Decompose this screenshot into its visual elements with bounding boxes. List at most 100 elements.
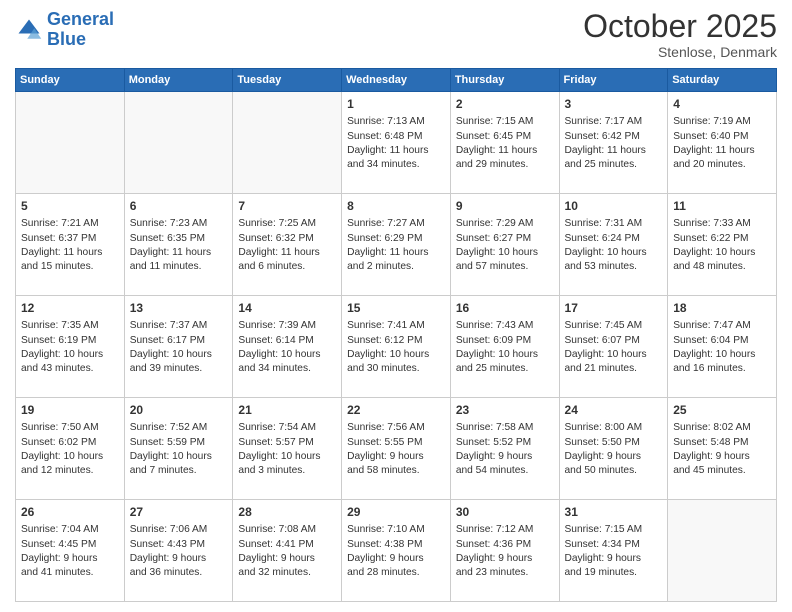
day-number: 18 <box>673 300 771 317</box>
calendar-week-5: 26Sunrise: 7:04 AM Sunset: 4:45 PM Dayli… <box>16 500 777 602</box>
day-info: Sunrise: 7:15 AM Sunset: 6:45 PM Dayligh… <box>456 115 554 172</box>
day-number: 20 <box>130 402 228 419</box>
day-number: 24 <box>565 402 663 419</box>
day-header-wednesday: Wednesday <box>342 69 451 92</box>
calendar-cell: 2 Sunrise: 7:15 AM Sunset: 6:45 PM Daylig… <box>450 92 559 194</box>
day-number: 16 <box>456 300 554 317</box>
day-header-sunday: Sunday <box>16 69 125 92</box>
calendar-cell: 31 Sunrise: 7:15 AM Sunset: 4:34 PM Dayli… <box>559 500 668 602</box>
day-info: Sunrise: 7:39 AM Sunset: 6:14 PM Dayligh… <box>238 319 336 376</box>
calendar-cell: 7 Sunrise: 7:25 AM Sunset: 6:32 PM Daylig… <box>233 194 342 296</box>
calendar-cell: 13 Sunrise: 7:37 AM Sunset: 6:17 PM Dayli… <box>124 296 233 398</box>
day-info: Sunrise: 8:02 AM Sunset: 5:48 PM Dayligh… <box>673 421 771 478</box>
calendar-cell: 30 Sunrise: 7:12 AM Sunset: 4:36 PM Dayli… <box>450 500 559 602</box>
calendar-cell: 3Sunrise: 7:17 AM Sunset: 6:42 PM Daylig… <box>559 92 668 194</box>
day-info: Sunrise: 7:31 AM Sunset: 6:24 PM Dayligh… <box>565 217 663 274</box>
calendar-week-2: 5 Sunrise: 7:21 AM Sunset: 6:37 PM Daylig… <box>16 194 777 296</box>
calendar-cell: 12 Sunrise: 7:35 AM Sunset: 6:19 PM Dayli… <box>16 296 125 398</box>
calendar-cell: 9 Sunrise: 7:29 AM Sunset: 6:27 PM Daylig… <box>450 194 559 296</box>
calendar-week-4: 19 Sunrise: 7:50 AM Sunset: 6:02 PM Dayli… <box>16 398 777 500</box>
day-info: Sunrise: 7:54 AM Sunset: 5:57 PM Dayligh… <box>238 421 336 478</box>
day-info: Sunrise: 7:12 AM Sunset: 4:36 PM Dayligh… <box>456 523 554 580</box>
day-number: 13 <box>130 300 228 317</box>
day-number: 30 <box>456 504 554 521</box>
day-number: 21 <box>238 402 336 419</box>
logo-text: General Blue <box>47 10 114 50</box>
day-info: Sunrise: 7:08 AM Sunset: 4:41 PM Dayligh… <box>238 523 336 580</box>
calendar-cell <box>124 92 233 194</box>
calendar-week-1: 1 Sunrise: 7:13 AM Sunset: 6:48 PM Daylig… <box>16 92 777 194</box>
day-number: 4 <box>673 96 771 113</box>
day-number: 26 <box>21 504 119 521</box>
day-info: Sunrise: 7:29 AM Sunset: 6:27 PM Dayligh… <box>456 217 554 274</box>
calendar-cell: 29 Sunrise: 7:10 AM Sunset: 4:38 PM Dayli… <box>342 500 451 602</box>
day-number: 1 <box>347 96 445 113</box>
day-info: Sunrise: 7:56 AM Sunset: 5:55 PM Dayligh… <box>347 421 445 478</box>
day-info: Sunrise: 7:25 AM Sunset: 6:32 PM Dayligh… <box>238 217 336 274</box>
day-info: Sunrise: 7:27 AM Sunset: 6:29 PM Dayligh… <box>347 217 445 274</box>
calendar-cell: 23Sunrise: 7:58 AM Sunset: 5:52 PM Dayli… <box>450 398 559 500</box>
day-number: 19 <box>21 402 119 419</box>
calendar-cell: 16 Sunrise: 7:43 AM Sunset: 6:09 PM Dayli… <box>450 296 559 398</box>
day-info: Sunrise: 7:21 AM Sunset: 6:37 PM Dayligh… <box>21 217 119 274</box>
logo: General Blue <box>15 10 114 50</box>
calendar-cell: 1 Sunrise: 7:13 AM Sunset: 6:48 PM Daylig… <box>342 92 451 194</box>
calendar-cell: 4 Sunrise: 7:19 AM Sunset: 6:40 PM Daylig… <box>668 92 777 194</box>
day-number: 17 <box>565 300 663 317</box>
day-number: 23 <box>456 402 554 419</box>
calendar-body: 1 Sunrise: 7:13 AM Sunset: 6:48 PM Daylig… <box>16 92 777 602</box>
calendar-cell: 26Sunrise: 7:04 AM Sunset: 4:45 PM Dayli… <box>16 500 125 602</box>
day-number: 11 <box>673 198 771 215</box>
day-number: 7 <box>238 198 336 215</box>
day-info: Sunrise: 7:43 AM Sunset: 6:09 PM Dayligh… <box>456 319 554 376</box>
calendar-cell: 5 Sunrise: 7:21 AM Sunset: 6:37 PM Daylig… <box>16 194 125 296</box>
logo-line1: General <box>47 9 114 29</box>
day-info: Sunrise: 7:13 AM Sunset: 6:48 PM Dayligh… <box>347 115 445 172</box>
day-info: Sunrise: 7:10 AM Sunset: 4:38 PM Dayligh… <box>347 523 445 580</box>
calendar-cell: 11 Sunrise: 7:33 AM Sunset: 6:22 PM Dayli… <box>668 194 777 296</box>
day-header-friday: Friday <box>559 69 668 92</box>
day-number: 9 <box>456 198 554 215</box>
month-title: October 2025 <box>583 10 777 42</box>
calendar-cell: 14 Sunrise: 7:39 AM Sunset: 6:14 PM Dayli… <box>233 296 342 398</box>
calendar-cell: 17 Sunrise: 7:45 AM Sunset: 6:07 PM Dayli… <box>559 296 668 398</box>
title-block: October 2025 Stenlose, Denmark <box>583 10 777 60</box>
day-number: 29 <box>347 504 445 521</box>
calendar-cell: 28 Sunrise: 7:08 AM Sunset: 4:41 PM Dayli… <box>233 500 342 602</box>
day-info: Sunrise: 7:35 AM Sunset: 6:19 PM Dayligh… <box>21 319 119 376</box>
header: General Blue October 2025 Stenlose, Denm… <box>15 10 777 60</box>
day-info: Sunrise: 7:33 AM Sunset: 6:22 PM Dayligh… <box>673 217 771 274</box>
calendar-cell: 27Sunrise: 7:06 AM Sunset: 4:43 PM Dayli… <box>124 500 233 602</box>
day-number: 15 <box>347 300 445 317</box>
day-header-monday: Monday <box>124 69 233 92</box>
day-number: 28 <box>238 504 336 521</box>
calendar-cell <box>233 92 342 194</box>
calendar-cell: 19 Sunrise: 7:50 AM Sunset: 6:02 PM Dayli… <box>16 398 125 500</box>
day-number: 5 <box>21 198 119 215</box>
day-number: 6 <box>130 198 228 215</box>
day-header-saturday: Saturday <box>668 69 777 92</box>
day-info: Sunrise: 7:47 AM Sunset: 6:04 PM Dayligh… <box>673 319 771 376</box>
day-number: 8 <box>347 198 445 215</box>
day-number: 14 <box>238 300 336 317</box>
calendar-cell: 24Sunrise: 8:00 AM Sunset: 5:50 PM Dayli… <box>559 398 668 500</box>
day-info: Sunrise: 7:37 AM Sunset: 6:17 PM Dayligh… <box>130 319 228 376</box>
calendar-cell <box>16 92 125 194</box>
day-number: 10 <box>565 198 663 215</box>
day-info: Sunrise: 7:17 AM Sunset: 6:42 PM Dayligh… <box>565 115 663 172</box>
page: General Blue October 2025 Stenlose, Denm… <box>0 0 792 612</box>
day-number: 2 <box>456 96 554 113</box>
day-header-thursday: Thursday <box>450 69 559 92</box>
day-info: Sunrise: 7:19 AM Sunset: 6:40 PM Dayligh… <box>673 115 771 172</box>
day-number: 22 <box>347 402 445 419</box>
day-info: Sunrise: 7:50 AM Sunset: 6:02 PM Dayligh… <box>21 421 119 478</box>
day-number: 31 <box>565 504 663 521</box>
calendar-cell: 10 Sunrise: 7:31 AM Sunset: 6:24 PM Dayli… <box>559 194 668 296</box>
day-number: 12 <box>21 300 119 317</box>
calendar-cell: 22 Sunrise: 7:56 AM Sunset: 5:55 PM Dayli… <box>342 398 451 500</box>
day-info: Sunrise: 7:52 AM Sunset: 5:59 PM Dayligh… <box>130 421 228 478</box>
logo-icon <box>15 16 43 44</box>
calendar-cell: 6Sunrise: 7:23 AM Sunset: 6:35 PM Daylig… <box>124 194 233 296</box>
day-info: Sunrise: 7:15 AM Sunset: 4:34 PM Dayligh… <box>565 523 663 580</box>
day-info: Sunrise: 7:45 AM Sunset: 6:07 PM Dayligh… <box>565 319 663 376</box>
